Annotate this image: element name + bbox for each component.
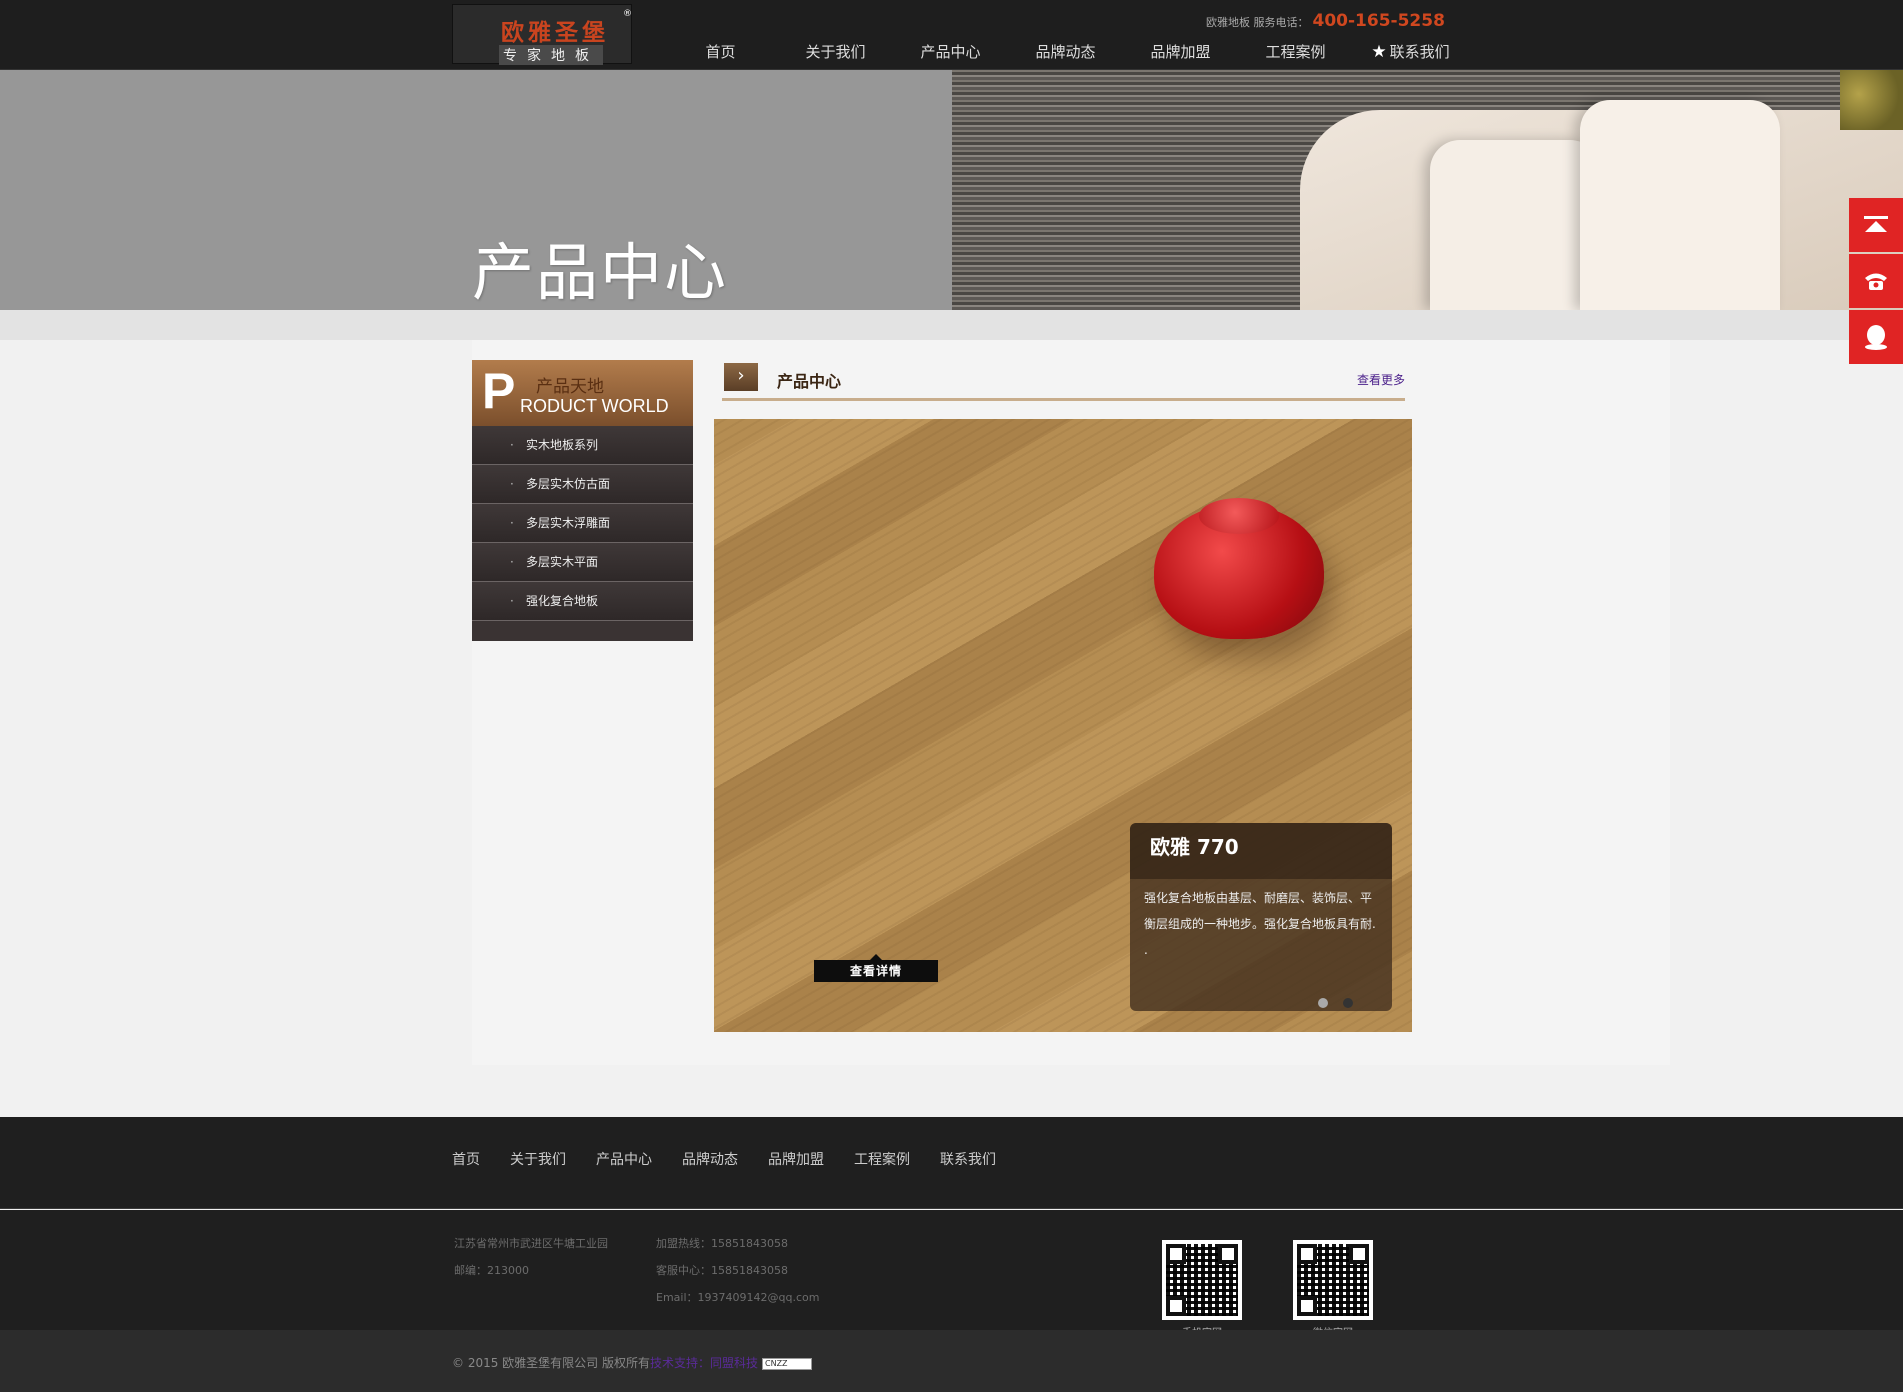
hotline-number: 400-165-5258	[1312, 11, 1445, 31]
qr-corner	[1166, 1296, 1186, 1316]
tech-support-link[interactable]: 技术支持：同盟科技	[650, 1356, 758, 1370]
footer-link[interactable]: 品牌动态	[682, 1149, 738, 1169]
zip-text: 邮编：213000	[454, 1264, 529, 1277]
view-more-link[interactable]: 查看更多	[1357, 371, 1405, 388]
nav-news[interactable]: 品牌动态	[1008, 40, 1123, 64]
star-icon: ★	[1371, 42, 1387, 62]
sidebar-header-letter: P	[482, 363, 516, 419]
main-nav: 首页 关于我们 产品中心 品牌动态 品牌加盟 工程案例 ★ 联系我们	[663, 40, 1468, 64]
qr-corner	[1297, 1296, 1317, 1316]
page-banner: 产品中心	[0, 70, 1903, 310]
wechat-qr-code: 微信官网	[1293, 1240, 1373, 1339]
nav-about[interactable]: 关于我们	[778, 40, 893, 64]
footer-link[interactable]: 产品中心	[596, 1149, 652, 1169]
footer-nav: 首页 关于我们 产品中心 品牌动态 品牌加盟 工程案例 联系我们	[452, 1149, 1026, 1169]
qq-icon[interactable]	[1849, 310, 1903, 364]
mobile-qr-code: 手机官网	[1162, 1240, 1242, 1339]
qr-corner	[1297, 1244, 1317, 1264]
email-text: Email：1937409142@qq.com	[656, 1291, 820, 1304]
logo[interactable]: 欧雅圣堡 专家地板 ®	[452, 4, 632, 65]
slide-dot-active[interactable]	[1343, 998, 1353, 1008]
qr-pattern	[1166, 1244, 1238, 1316]
phone-icon[interactable]	[1849, 254, 1903, 308]
sidebar-item-flat[interactable]: 多层实木平面	[472, 543, 693, 582]
hotline: 欧雅地板 服务电话： 400-165-5258	[1206, 11, 1445, 31]
sidebar-item-antique[interactable]: 多层实木仿古面	[472, 465, 693, 504]
sidebar-menu: 实木地板系列 多层实木仿古面 多层实木浮雕面 多层实木平面 强化复合地板	[472, 426, 693, 621]
hotline-label: 欧雅地板 服务电话：	[1206, 16, 1309, 29]
banner-plant	[1840, 70, 1903, 130]
qr-pattern	[1297, 1244, 1369, 1316]
sidebar-item-label: 多层实木仿古面	[526, 477, 611, 491]
page-title: 产品中心	[472, 236, 729, 309]
footer-nav-bar: 首页 关于我们 产品中心 品牌动态 品牌加盟 工程案例 联系我们	[0, 1117, 1903, 1209]
product-sidebar: P 产品天地 RODUCT WORLD 实木地板系列 多层实木仿古面 多层实木浮…	[472, 360, 693, 641]
sidebar-item-label: 实木地板系列	[526, 438, 599, 452]
product-info-card: 欧雅 770 强化复合地板由基层、耐磨层、装饰层、平衡层组成的一种地步。强化复合…	[1130, 823, 1392, 1011]
sidebar-header-en: RODUCT WORLD	[520, 396, 669, 416]
service-hotline: 客服中心：15851843058	[656, 1264, 788, 1277]
banner-cushion	[1430, 140, 1600, 310]
copyright: © 2015 欧雅圣堡有限公司 版权所有技术支持：同盟科技 CNZZ	[452, 1354, 812, 1371]
jar-lid	[1199, 498, 1279, 534]
sidebar-item-laminate[interactable]: 强化复合地板	[472, 582, 693, 621]
sidebar-header: P 产品天地 RODUCT WORLD	[472, 360, 693, 426]
qr-corner	[1166, 1244, 1186, 1264]
footer-link[interactable]: 联系我们	[940, 1149, 996, 1169]
sidebar-item-relief[interactable]: 多层实木浮雕面	[472, 504, 693, 543]
footer-link[interactable]: 首页	[452, 1149, 480, 1169]
sidebar-header-cn: 产品天地	[536, 377, 604, 397]
side-tools	[1849, 198, 1903, 366]
sidebar-item-label: 强化复合地板	[526, 594, 599, 608]
nav-contact[interactable]: ★ 联系我们	[1353, 40, 1468, 64]
site-header: 欧雅圣堡 专家地板 ® 欧雅地板 服务电话： 400-165-5258 首页 关于…	[0, 0, 1903, 70]
footer-address: 江苏省常州市武进区牛塘工业园 邮编：213000	[454, 1230, 608, 1284]
section-title: 产品中心	[777, 372, 842, 391]
red-jar	[1154, 498, 1324, 639]
franchise-hotline: 加盟热线：15851843058	[656, 1237, 788, 1250]
banner-cushion	[1580, 100, 1780, 310]
section-header: › 产品中心 查看更多	[722, 363, 1405, 401]
footer-contact: 加盟热线：15851843058 客服中心：15851843058 Email：…	[656, 1230, 819, 1311]
footer-info: 江苏省常州市武进区牛塘工业园 邮编：213000 加盟热线：1585184305…	[0, 1210, 1903, 1339]
nav-home[interactable]: 首页	[663, 40, 778, 64]
nav-franchise[interactable]: 品牌加盟	[1123, 40, 1238, 64]
slide-pager	[1318, 998, 1353, 1008]
registered-mark: ®	[623, 9, 632, 19]
sidebar-item-label: 多层实木浮雕面	[526, 516, 611, 530]
product-name: 欧雅 770	[1130, 823, 1392, 879]
back-to-top-icon[interactable]	[1849, 198, 1903, 252]
footer-link[interactable]: 工程案例	[854, 1149, 910, 1169]
view-detail-button[interactable]: 查看详情	[814, 954, 938, 982]
sidebar-item-solid-wood[interactable]: 实木地板系列	[472, 426, 693, 465]
slide-dot[interactable]	[1318, 998, 1328, 1008]
cnzz-badge[interactable]: CNZZ	[762, 1357, 812, 1370]
product-description: 强化复合地板由基层、耐磨层、装饰层、平衡层组成的一种地步。强化复合地板具有耐. …	[1144, 891, 1376, 957]
qr-corner	[1218, 1244, 1238, 1264]
section-arrow-icon: ›	[724, 363, 758, 391]
footer-copyright-bar: © 2015 欧雅圣堡有限公司 版权所有技术支持：同盟科技 CNZZ	[0, 1330, 1903, 1392]
footer-link[interactable]: 关于我们	[510, 1149, 566, 1169]
nav-cases[interactable]: 工程案例	[1238, 40, 1353, 64]
qr-corner	[1349, 1244, 1369, 1264]
nav-contact-label: 联系我们	[1389, 43, 1450, 61]
footer-link[interactable]: 品牌加盟	[768, 1149, 824, 1169]
logo-main-text: 欧雅圣堡	[501, 20, 609, 46]
nav-products[interactable]: 产品中心	[893, 40, 1008, 64]
address-text: 江苏省常州市武进区牛塘工业园	[454, 1237, 608, 1250]
logo-sub-text: 专家地板	[499, 45, 603, 65]
copyright-text: © 2015 欧雅圣堡有限公司 版权所有	[452, 1356, 650, 1370]
banner-strip	[0, 310, 1903, 340]
sidebar-item-label: 多层实木平面	[526, 555, 599, 569]
